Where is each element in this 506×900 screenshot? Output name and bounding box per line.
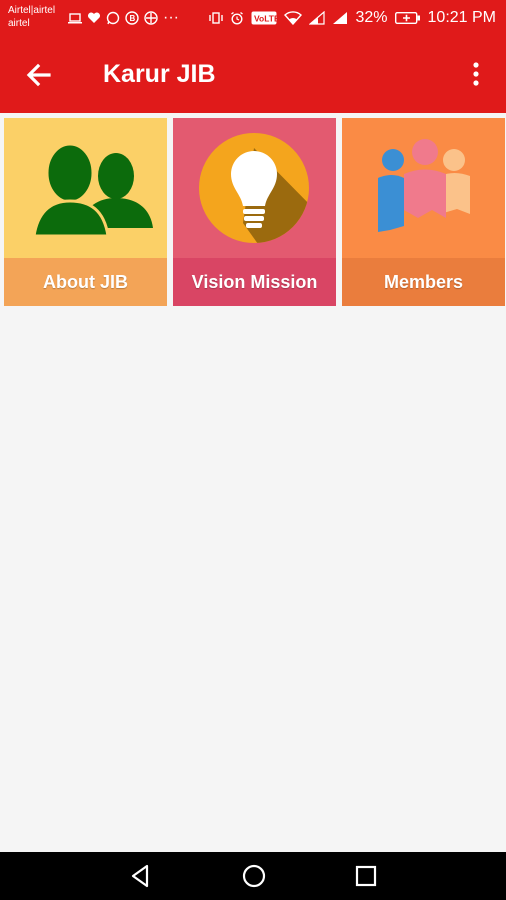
tile-label: Members <box>383 271 464 292</box>
back-arrow-icon[interactable] <box>22 58 56 92</box>
whatsapp-icon <box>106 11 120 25</box>
heart-icon <box>87 12 101 23</box>
tile-label: Vision Mission <box>191 271 318 292</box>
tile-about-jib[interactable]: About JIB <box>4 118 167 306</box>
battery-charging-icon <box>394 12 420 24</box>
tile-label: About JIB <box>43 271 128 292</box>
carrier-line-1: Airtel|airtel <box>8 5 56 16</box>
alarm-icon <box>231 11 244 25</box>
svg-text:B: B <box>130 14 136 23</box>
members-icon <box>378 139 470 232</box>
tile-label-band: About JIB <box>4 258 167 306</box>
b-app-icon: B <box>125 11 139 25</box>
grid-app-icon <box>144 11 158 25</box>
people-icon <box>32 142 153 238</box>
lightbulb-icon <box>199 133 309 243</box>
wifi-icon <box>284 11 303 25</box>
recents-square-icon[interactable] <box>352 862 380 890</box>
menu-grid: About JIB Vision Mission Members <box>4 118 505 306</box>
notification-icons: B ··· <box>68 9 179 27</box>
tile-label-band: Members <box>342 258 505 306</box>
system-status-icons: VoLTE 32% 10:21 PM <box>209 7 496 29</box>
laptop-icon <box>68 13 82 24</box>
app-bar: Karur JIB <box>0 36 506 113</box>
volte-icon: VoLTE <box>251 11 277 25</box>
carrier-line-2: airtel <box>8 18 30 29</box>
home-circle-icon[interactable] <box>240 862 268 890</box>
system-nav-bar <box>0 852 506 900</box>
svg-text:VoLTE: VoLTE <box>254 14 277 24</box>
vibrate-icon <box>209 12 224 24</box>
tile-label-band: Vision Mission <box>173 258 336 306</box>
more-notifications-text: ··· <box>163 9 179 26</box>
back-triangle-icon[interactable] <box>127 862 155 890</box>
signal-1-icon <box>309 11 326 25</box>
tile-vision-mission[interactable]: Vision Mission <box>173 118 336 306</box>
overflow-menu-icon[interactable] <box>464 58 488 92</box>
battery-percent: 32% <box>355 9 388 26</box>
carrier-label: Airtel|airtel airtel <box>8 4 55 30</box>
page-title: Karur JIB <box>103 60 216 88</box>
signal-2-icon <box>333 12 348 24</box>
status-bar: Airtel|airtel airtel B ··· VoLTE 32% 10:… <box>0 0 506 36</box>
clock: 10:21 PM <box>427 9 496 26</box>
tile-members[interactable]: Members <box>342 118 505 306</box>
